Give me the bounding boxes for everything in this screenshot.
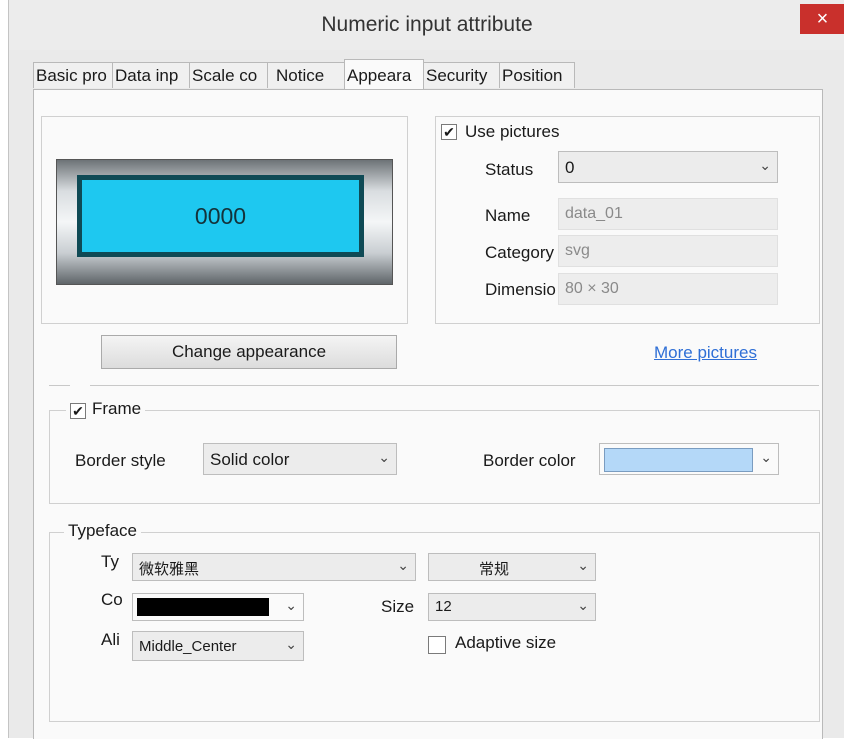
- name-label: Name: [485, 206, 531, 225]
- status-select[interactable]: 0 ⌄: [558, 151, 778, 183]
- typeface-legend: Typeface: [64, 521, 141, 541]
- chevron-down-icon: ⌄: [285, 636, 297, 652]
- tab-security[interactable]: Security: [423, 62, 500, 88]
- tab-position[interactable]: Position: [499, 62, 575, 88]
- adaptive-size-checkbox[interactable]: [428, 636, 446, 654]
- alignment-select[interactable]: Middle_Center ⌄: [132, 631, 304, 661]
- alignment-label: Ali: [101, 630, 120, 649]
- border-style-label: Border style: [75, 451, 166, 470]
- category-field[interactable]: svg: [558, 235, 778, 267]
- frame-label: Frame: [92, 399, 142, 418]
- dialog-title: Numeric input attribute: [321, 13, 533, 36]
- chevron-down-icon: ⌄: [378, 449, 390, 465]
- font-color-swatch: [137, 598, 269, 616]
- chevron-down-icon: ⌄: [577, 557, 589, 573]
- chevron-down-icon: ⌄: [285, 597, 297, 613]
- font-family-value: 微软雅黑: [139, 561, 200, 578]
- category-label: Category: [485, 243, 554, 262]
- chevron-down-icon: ⌄: [759, 157, 771, 173]
- change-appearance-button[interactable]: Change appearance: [101, 335, 397, 369]
- tab-notice[interactable]: Notice: [267, 62, 345, 88]
- status-value: 0: [565, 158, 575, 177]
- preview-screen: 0000: [82, 180, 359, 252]
- separator-gap: [70, 382, 90, 388]
- preview-bezel: 0000: [56, 159, 393, 285]
- chevron-down-icon: ⌄: [397, 557, 409, 573]
- font-color-label: Co: [101, 590, 123, 609]
- chevron-down-icon: ⌄: [577, 597, 589, 613]
- adaptive-size-label: Adaptive size: [455, 633, 557, 652]
- dimension-label: Dimensio: [485, 280, 556, 299]
- tab-label: Appeara: [347, 66, 412, 85]
- border-color-label: Border color: [483, 451, 576, 470]
- preview-frame: 0000: [77, 175, 364, 257]
- appearance-panel: 0000 ✔ Use pictures Status 0 ⌄ Name data…: [33, 89, 823, 739]
- title-bar[interactable]: Numeric input attribute ×: [9, 0, 844, 50]
- border-color-swatch: [604, 448, 753, 472]
- close-icon: ×: [816, 8, 829, 30]
- font-color-select[interactable]: ⌄: [132, 593, 304, 621]
- alignment-value: Middle_Center: [139, 638, 237, 655]
- dimension-field[interactable]: 80 × 30: [558, 273, 778, 305]
- font-size-select[interactable]: 12 ⌄: [428, 593, 596, 621]
- more-pictures-link[interactable]: More pictures: [654, 343, 757, 363]
- use-pictures-checkbox[interactable]: ✔: [441, 124, 457, 140]
- checkmark-icon: ✔: [72, 403, 84, 419]
- tab-label: Basic pro: [36, 66, 107, 85]
- frame-group: ✔ Frame Border style Solid color ⌄ Border…: [49, 399, 820, 504]
- tab-label: Scale co: [192, 66, 258, 85]
- status-label: Status: [485, 160, 534, 179]
- tab-scale-conversion[interactable]: Scale co: [189, 62, 268, 88]
- border-style-select[interactable]: Solid color ⌄: [203, 443, 397, 475]
- tab-label: Data inp: [115, 66, 179, 85]
- tab-data-input[interactable]: Data inp: [112, 62, 190, 88]
- tab-label: Position: [502, 66, 563, 85]
- separator-line: [49, 385, 819, 386]
- close-button[interactable]: ×: [800, 4, 844, 34]
- checkmark-icon: ✔: [443, 124, 455, 140]
- border-style-value: Solid color: [210, 450, 290, 469]
- font-size-label: Size: [381, 597, 415, 616]
- chevron-down-icon: ⌄: [760, 449, 772, 465]
- tab-appearance[interactable]: Appeara: [344, 59, 424, 89]
- font-size-value: 12: [435, 598, 452, 615]
- tab-label: Notice: [276, 66, 325, 85]
- tab-label: Security: [426, 66, 488, 85]
- frame-checkbox[interactable]: ✔: [70, 403, 86, 419]
- preview-box: 0000: [41, 116, 408, 324]
- font-family-select[interactable]: 微软雅黑 ⌄: [132, 553, 416, 581]
- font-style-value: 常规: [479, 561, 510, 578]
- border-color-select[interactable]: ⌄: [599, 443, 779, 475]
- name-field[interactable]: data_01: [558, 198, 778, 230]
- preview-value: 0000: [194, 203, 247, 229]
- font-type-label: Ty: [101, 552, 119, 571]
- pictures-group: ✔ Use pictures Status 0 ⌄ Name data_01 C…: [435, 116, 820, 324]
- typeface-group: Typeface Ty 微软雅黑 ⌄ 常规 ⌄ Co ⌄ Size 12 ⌄ A…: [49, 521, 820, 722]
- frame-legend: ✔ Frame: [66, 399, 146, 419]
- use-pictures-label: Use pictures: [465, 122, 560, 141]
- dialog-window: Numeric input attribute × Basic pro Data…: [8, 0, 844, 739]
- tab-basic-properties[interactable]: Basic pro: [33, 62, 113, 88]
- font-style-select[interactable]: 常规 ⌄: [428, 553, 596, 581]
